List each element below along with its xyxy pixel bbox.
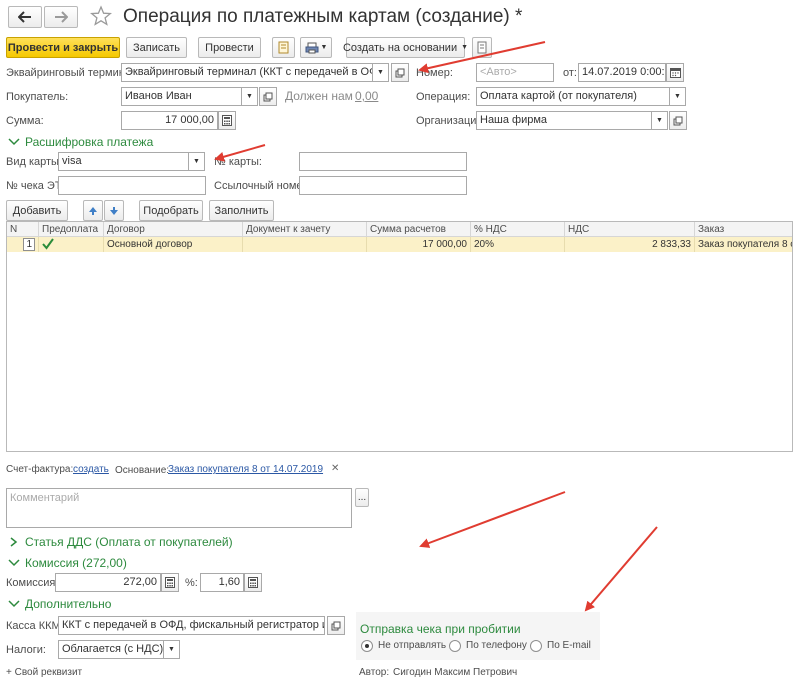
- annotation-arrows: [214, 41, 658, 612]
- annotation-arrow: [418, 41, 546, 74]
- annotation-arrow: [584, 526, 658, 612]
- annotation-arrow: [419, 491, 566, 548]
- annotation-arrow: [214, 144, 266, 162]
